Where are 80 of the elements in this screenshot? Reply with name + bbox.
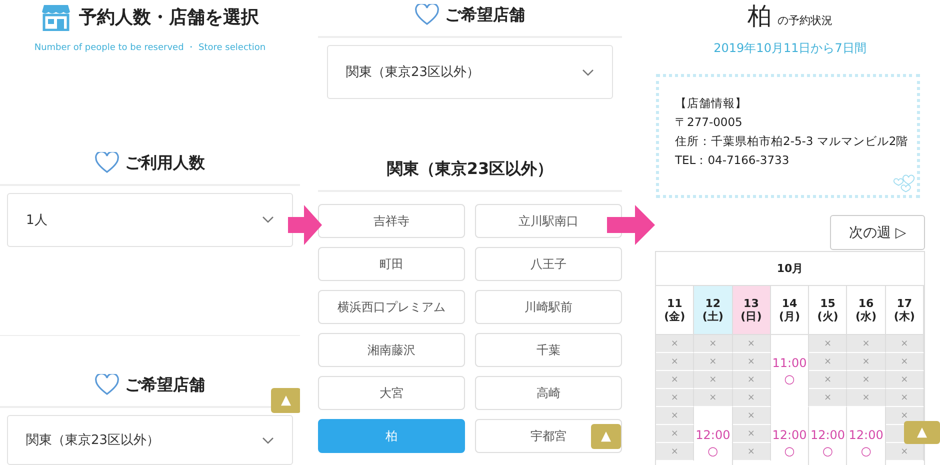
closed-slot: × — [656, 443, 694, 461]
store-button[interactable]: 立川駅南口 — [475, 204, 622, 238]
section-heading: ご利用人数 — [125, 152, 205, 174]
closed-slot: × — [656, 371, 694, 389]
closed-slot: × — [694, 371, 733, 389]
closed-slot: × — [732, 353, 771, 371]
closed-slot: × — [732, 335, 771, 353]
day-header: 17 (木) — [886, 286, 924, 335]
next-week-button[interactable]: 次の週 ▷ — [830, 215, 925, 250]
store-info-line: 【店舗情報】 — [675, 95, 748, 112]
closed-slot: × — [809, 389, 848, 407]
closed-slot: × — [809, 353, 848, 371]
region-heading: 関東（東京23区以外） — [386, 159, 554, 180]
closed-slot: × — [656, 335, 694, 353]
closed-slot: × — [886, 371, 924, 389]
store-info-line: 〒277-0005 — [675, 114, 744, 131]
closed-slot: × — [847, 353, 886, 371]
region-select[interactable]: 関東（東京23区以外） — [7, 415, 293, 465]
closed-slot: × — [732, 371, 771, 389]
store-button[interactable]: 大宮 — [318, 376, 465, 410]
heart-icon — [95, 152, 119, 174]
closed-slot: × — [656, 353, 694, 371]
store-info-line: 住所：千葉県柏市柏2-5-3 マルマンビル2階 — [675, 133, 910, 150]
page-title: 予約人数・店舗を選択 — [79, 6, 259, 29]
closed-slot: × — [886, 335, 924, 353]
store-button[interactable]: 湘南藤沢 — [318, 333, 465, 367]
open-slot[interactable]: 11:00 ○ — [770, 335, 810, 407]
closed-slot: × — [694, 389, 733, 407]
page-subtitle: Number of people to be reserved ・ Store selection — [33, 42, 267, 54]
store-info-line: TEL：04-7166-3733 — [675, 152, 790, 169]
open-slot[interactable]: 12:00 ○ — [847, 407, 886, 465]
store-button[interactable]: 横浜西口プレミアム — [318, 290, 465, 324]
closed-slot: × — [656, 389, 694, 407]
day-header: 16 (水) — [847, 286, 886, 335]
closed-slot: × — [732, 443, 771, 461]
arrow-icon — [607, 205, 655, 245]
chevron-down-icon — [262, 436, 274, 444]
open-slot[interactable]: 12:00 ○ — [770, 407, 810, 465]
heart-icon — [415, 4, 439, 26]
store-button[interactable]: 千葉 — [475, 333, 622, 367]
day-header: 13 (日) — [732, 286, 771, 335]
store-icon — [41, 3, 71, 31]
store-button[interactable]: 吉祥寺 — [318, 204, 465, 238]
period-text: 2019年10月11日から7日間 — [712, 40, 868, 57]
open-slot[interactable]: 12:00 ○ — [694, 407, 733, 465]
store-name: 柏 — [748, 1, 772, 32]
section-heading: ご希望店舗 — [125, 374, 205, 396]
day-header: 11 (金) — [656, 286, 694, 335]
section-heading: ご希望店舗 — [445, 4, 525, 26]
day-header: 14 (月) — [770, 286, 810, 335]
store-button[interactable]: 八王子 — [475, 247, 622, 281]
closed-slot: × — [886, 389, 924, 407]
heart-icon — [95, 374, 119, 396]
hearts-icon — [893, 174, 915, 193]
closed-slot: × — [656, 407, 694, 425]
closed-slot: × — [809, 371, 848, 389]
closed-slot: × — [847, 335, 886, 353]
closed-slot: × — [732, 425, 771, 443]
store-button[interactable]: 町田 — [318, 247, 465, 281]
people-select[interactable]: 1人 — [7, 192, 293, 247]
closed-slot: × — [694, 335, 733, 353]
closed-slot: × — [809, 335, 848, 353]
closed-slot: × — [847, 371, 886, 389]
open-slot[interactable]: 12:00 ○ — [809, 407, 848, 465]
closed-slot: × — [694, 353, 733, 371]
arrow-icon — [288, 205, 322, 245]
closed-slot: × — [656, 425, 694, 443]
chevron-down-icon — [582, 68, 594, 76]
store-button[interactable]: 川崎駅前 — [475, 290, 622, 324]
closed-slot: × — [732, 389, 771, 407]
region-select[interactable]: 関東（東京23区以外） — [327, 45, 613, 99]
title-suffix: の予約状況 — [778, 13, 832, 28]
day-header: 15 (火) — [809, 286, 848, 335]
closed-slot: × — [847, 389, 886, 407]
chevron-down-icon — [262, 216, 274, 224]
store-button[interactable]: 高崎 — [475, 376, 622, 410]
closed-slot: × — [732, 407, 771, 425]
closed-slot: × — [886, 353, 924, 371]
day-header: 12 (土) — [694, 286, 733, 335]
closed-slot: × — [886, 443, 924, 461]
